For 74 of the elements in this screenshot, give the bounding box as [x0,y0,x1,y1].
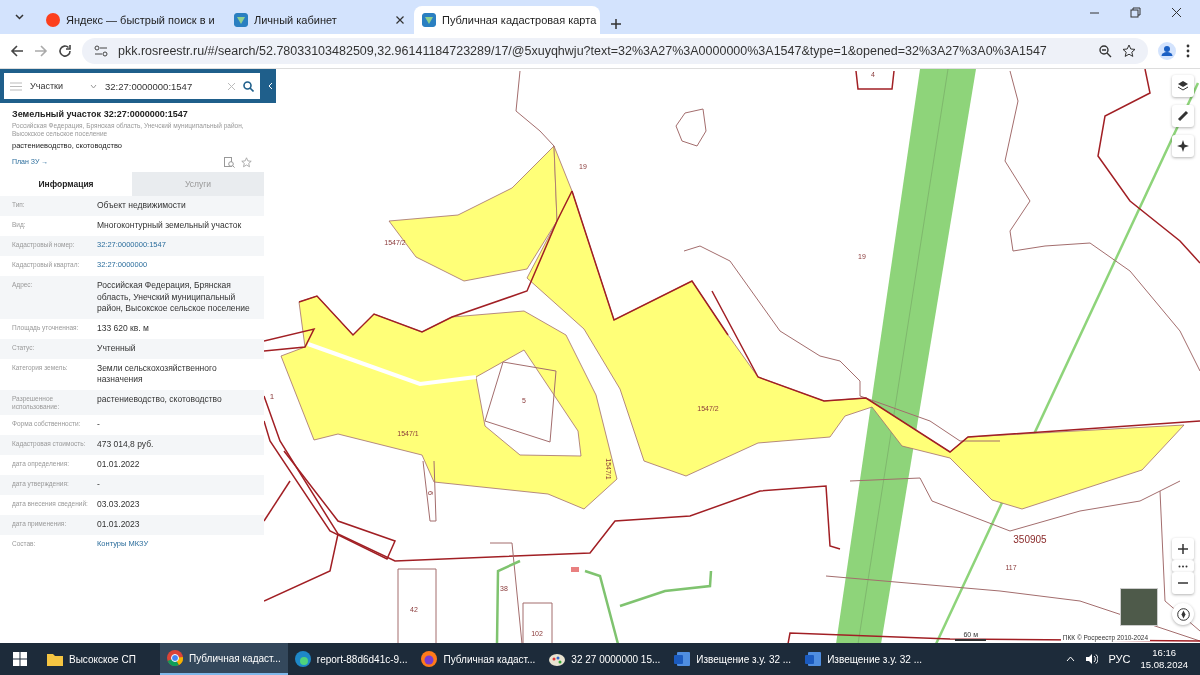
palette-icon [549,651,566,667]
speaker-icon[interactable] [1085,653,1099,665]
attribute-value: Российская Федерация, Брянская область, Унечский муниципальный район, Высокское сельское поселение [97,280,251,315]
browser-icon [167,650,183,666]
close-icon[interactable] [396,16,404,24]
zoom-icon[interactable] [1099,44,1112,58]
zoom-in-button[interactable] [1172,538,1194,560]
profile-icon[interactable] [1158,42,1176,60]
compass-icon [1176,607,1190,621]
chevron-left-icon [267,82,273,90]
restore-icon[interactable] [1130,6,1141,18]
search-field[interactable]: 32:27:0000000:1547 [105,80,220,92]
attribute-value: - [97,479,101,491]
chevron-down-icon [14,14,24,20]
language-indicator[interactable]: РУС [1108,653,1131,665]
attribute-value: 01.01.2023 [97,519,141,531]
satellite-thumbnail[interactable] [1120,588,1158,626]
taskbar-item[interactable]: report-88d6d41c-9... [287,643,415,675]
attribute-value: 133 620 кв. м [97,322,150,335]
browser-tab[interactable]: Яндекс — быстрый поиск в и [38,6,224,34]
attribute-value: 03.03.2023 [97,499,141,511]
taskbar-item[interactable]: Высокское СП [40,643,160,675]
new-tab-icon[interactable] [610,18,622,30]
taskbar-item[interactable]: Извещение з.у. 32 ... [667,643,799,675]
zoom-out-button[interactable] [1172,572,1194,594]
clock-time[interactable]: 16:16 [1140,646,1188,659]
attribute-value: - [97,419,101,431]
attribute-value: 473 014,8 руб. [97,439,155,451]
parcel-number: 350905 [1013,534,1047,545]
document-icon [674,651,691,667]
layers-button[interactable] [1172,75,1194,97]
plus-icon [1178,544,1188,554]
taskbar-item[interactable]: Извещение з.у. 32 ... [798,643,929,675]
site-settings-icon [94,45,108,57]
reload-icon[interactable] [58,44,72,58]
ruler-button[interactable] [1172,105,1194,127]
attribute-value: Учтенный [97,342,137,355]
parcel-number: 1 [269,392,275,401]
attribute-value: Многоконтурный земельный участок [97,220,243,232]
chevron-up-icon[interactable] [1066,656,1076,662]
star-icon[interactable] [1122,44,1136,58]
menu-icon[interactable] [1186,44,1190,58]
layer-dropdown[interactable]: Участки [30,81,82,91]
attribute-value: растениеводство, скотоводство [97,393,223,406]
address-bar[interactable]: pkk.rosreestr.ru/#/search/52.78033103482509,32.96141184723289/17/@5xuyqhwju?text=32%3A27%3A0000000%3A1547&type=1&opened=32%3A27%3A0%3A1547 [82,38,1148,64]
more-icon [1178,564,1188,568]
sparkle-icon [1177,140,1189,152]
attribute-value: 01.01.2022 [97,459,141,471]
chevron-down-icon[interactable] [90,83,97,89]
clock-date[interactable]: 15.08.2024 [1140,659,1188,672]
parcel-title: Земельный участок 32:27:0000000:1547 [12,109,189,119]
browser-icon [421,651,438,667]
minus-icon [1178,582,1188,584]
parcel-number: 6 [426,490,435,496]
attribute-value: Земли сельскохозяйственного назначения [97,362,218,386]
search-icon[interactable] [243,80,254,92]
yandex-icon [46,13,60,27]
back-icon[interactable] [10,44,24,58]
taskbar-item[interactable]: 32 27 0000000 15... [542,643,668,675]
star-icon[interactable] [241,157,252,169]
layers-icon [1177,80,1189,92]
close-icon[interactable] [1171,6,1182,18]
compass-button[interactable] [1172,603,1194,625]
document-search-icon[interactable] [224,157,235,169]
windows-icon[interactable] [13,652,27,666]
browser-tab[interactable]: Публичная кадастровая карта [414,6,600,34]
browser-tab[interactable]: Личный кабинет [226,6,412,34]
taskbar-item[interactable]: Публичная кадаст... [414,643,543,675]
taskbar-item[interactable]: Публичная кадаст... [160,643,288,675]
attribute-value: Объект недвижимости [97,200,187,212]
folder-icon [47,652,63,666]
browser-icon [294,651,311,667]
document-icon [805,651,822,667]
locate-button[interactable] [1172,135,1194,157]
